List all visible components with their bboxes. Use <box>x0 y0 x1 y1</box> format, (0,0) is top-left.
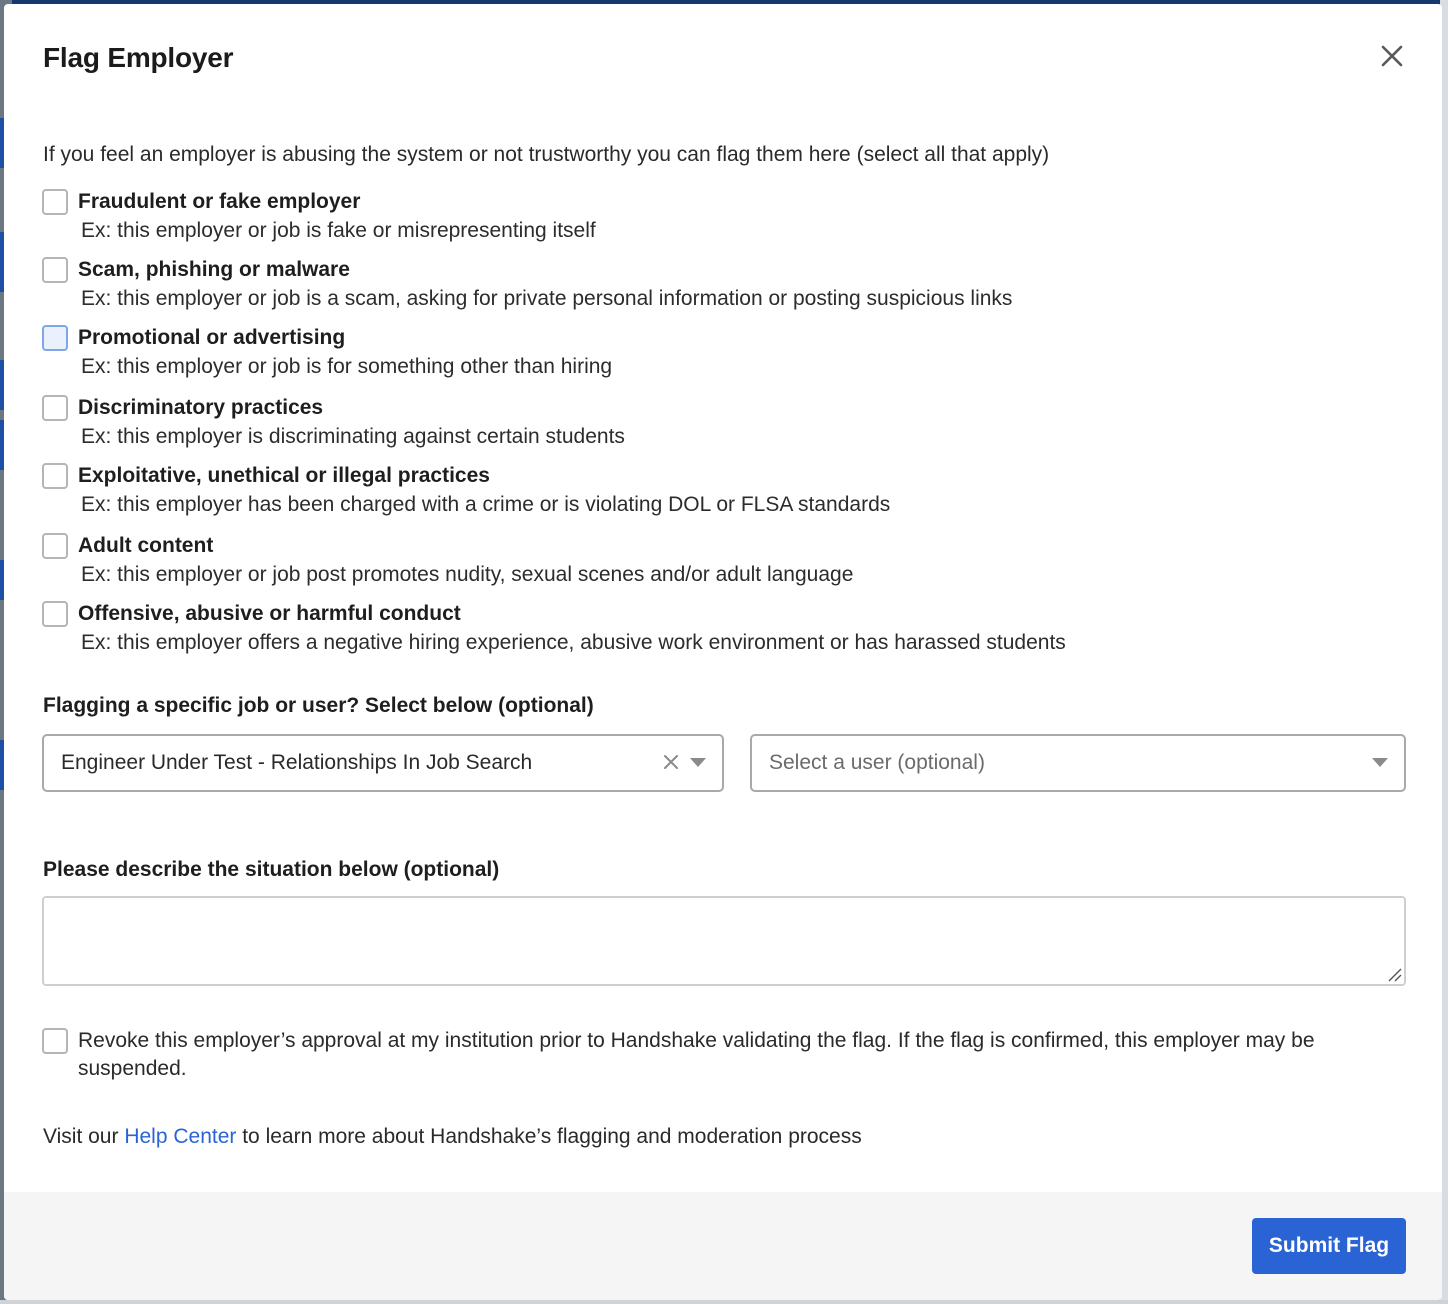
resize-handle-icon[interactable] <box>1386 966 1402 982</box>
backdrop-bottom <box>0 1300 1448 1304</box>
checkbox-fraudulent[interactable] <box>42 189 68 215</box>
option-description: Ex: this employer or job is a scam, aski… <box>81 287 1013 310</box>
option-description: Ex: this employer or job post promotes n… <box>81 563 854 586</box>
help-suffix: to learn more about Handshake’s flagging… <box>236 1125 862 1148</box>
option-description: Ex: this employer or job is fake or misr… <box>81 219 596 242</box>
option-title: Exploitative, unethical or illegal pract… <box>78 464 490 487</box>
intro-text: If you feel an employer is abusing the s… <box>43 143 1050 166</box>
checkbox-offensive[interactable] <box>42 601 68 627</box>
revoke-approval-text: Revoke this employer’s approval at my in… <box>78 1029 1315 1080</box>
option-title: Adult content <box>78 534 214 557</box>
clear-icon[interactable] <box>662 753 680 771</box>
option-title: Promotional or advertising <box>78 326 346 349</box>
flag-reason-list: Fraudulent or fake employer Ex: this emp… <box>42 186 1402 666</box>
job-select-value: Engineer Under Test - Relationships In J… <box>61 751 533 774</box>
checkbox-promotional[interactable] <box>42 325 68 351</box>
user-select[interactable]: Select a user (optional) <box>750 734 1406 792</box>
checkbox-adult[interactable] <box>42 533 68 559</box>
option-description: Ex: this employer has been charged with … <box>81 493 891 516</box>
close-icon <box>1378 45 1406 74</box>
chevron-down-icon <box>690 758 706 767</box>
modal-title: Flag Employer <box>43 42 234 73</box>
job-select[interactable]: Engineer Under Test - Relationships In J… <box>42 734 724 792</box>
flag-reason-fraudulent: Fraudulent or fake employer Ex: this emp… <box>42 186 1402 254</box>
flag-reason-discriminatory: Discriminatory practices Ex: this employ… <box>42 390 1402 460</box>
option-title: Fraudulent or fake employer <box>78 190 361 213</box>
flag-reason-promotional: Promotional or advertising Ex: this empl… <box>42 322 1402 390</box>
modal-footer: Submit Flag <box>4 1192 1442 1300</box>
option-title: Scam, phishing or malware <box>78 258 350 281</box>
option-description: Ex: this employer offers a negative hiri… <box>81 631 1066 654</box>
help-center-link[interactable]: Help Center <box>124 1125 236 1148</box>
situation-description-textarea[interactable] <box>42 896 1406 986</box>
checkbox-revoke-approval[interactable] <box>42 1028 68 1054</box>
flag-employer-modal: Flag Employer If you feel an employer is… <box>4 4 1442 1300</box>
option-description: Ex: this employer or job is for somethin… <box>81 355 613 378</box>
submit-flag-button[interactable]: Submit Flag <box>1252 1218 1406 1274</box>
help-prefix: Visit our <box>43 1125 125 1148</box>
specific-flag-label: Flagging a specific job or user? Select … <box>43 694 594 717</box>
describe-label: Please describe the situation below (opt… <box>43 858 500 881</box>
option-description: Ex: this employer is discriminating agai… <box>81 425 625 448</box>
flag-reason-exploitative: Exploitative, unethical or illegal pract… <box>42 460 1402 528</box>
flag-reason-offensive: Offensive, abusive or harmful conduct Ex… <box>42 598 1402 666</box>
close-button[interactable] <box>1378 42 1406 70</box>
checkbox-scam[interactable] <box>42 257 68 283</box>
option-title: Discriminatory practices <box>78 396 324 419</box>
help-center-line: Visit our Help Center to learn more abou… <box>43 1125 862 1149</box>
checkbox-discriminatory[interactable] <box>42 395 68 421</box>
chevron-down-icon <box>1372 758 1388 767</box>
option-title: Offensive, abusive or harmful conduct <box>78 602 461 625</box>
flag-reason-scam: Scam, phishing or malware Ex: this emplo… <box>42 254 1402 322</box>
checkbox-exploitative[interactable] <box>42 463 68 489</box>
flag-reason-adult: Adult content Ex: this employer or job p… <box>42 528 1402 598</box>
user-select-placeholder: Select a user (optional) <box>769 751 985 774</box>
